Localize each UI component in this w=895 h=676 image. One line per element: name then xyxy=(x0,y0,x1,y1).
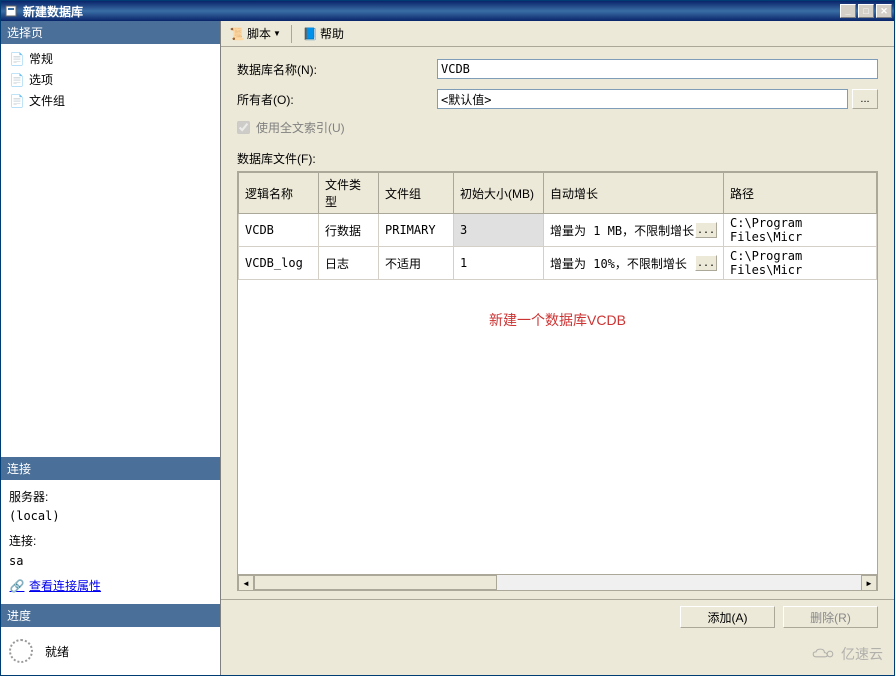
select-page-header: 选择页 xyxy=(1,21,220,44)
delete-button[interactable]: 删除(R) xyxy=(783,606,878,628)
cell-path[interactable]: C:\Program Files\Micr xyxy=(724,214,877,247)
fulltext-label: 使用全文索引(U) xyxy=(256,119,345,136)
sidebar: 选择页 📄 常规 📄 选项 📄 文件组 连 xyxy=(1,21,221,675)
files-label: 数据库文件(F): xyxy=(237,150,878,167)
add-button[interactable]: 添加(A) xyxy=(680,606,775,628)
col-file-group[interactable]: 文件组 xyxy=(379,173,454,214)
view-connection-props-link[interactable]: 🔗 查看连接属性 xyxy=(9,577,212,596)
form-area: 数据库名称(N): 所有者(O): ... 使用全文索引(U) 数据库文件(F)… xyxy=(221,47,894,599)
help-button[interactable]: 📘 帮助 xyxy=(298,23,348,44)
progress-header: 进度 xyxy=(1,604,220,627)
server-label: 服务器: xyxy=(9,488,212,507)
files-table-container: 逻辑名称 文件类型 文件组 初始大小(MB) 自动增长 路径 xyxy=(237,171,878,591)
table-row[interactable]: VCDB 行数据 PRIMARY 3 增量为 1 MB，不限制增长 ... xyxy=(239,214,877,247)
chevron-down-icon: ▼ xyxy=(273,29,281,38)
table-row[interactable]: VCDB_log 日志 不适用 1 增量为 10%，不限制增长 ... xyxy=(239,247,877,280)
cell-name[interactable]: VCDB xyxy=(239,214,319,247)
connection-icon: 🔗 xyxy=(9,578,25,594)
tree-item-filegroups[interactable]: 📄 文件组 xyxy=(5,90,216,111)
db-name-input[interactable] xyxy=(437,59,878,79)
toolbar: 📜 脚本 ▼ 📘 帮助 xyxy=(221,21,894,47)
connection-header: 连接 xyxy=(1,457,220,480)
tree-item-general[interactable]: 📄 常规 xyxy=(5,48,216,69)
server-value: (local) xyxy=(9,507,212,526)
page-tree: 📄 常规 📄 选项 📄 文件组 xyxy=(1,44,220,457)
annotation-text: 新建一个数据库VCDB xyxy=(238,280,877,360)
cell-path[interactable]: C:\Program Files\Micr xyxy=(724,247,877,280)
cell-group[interactable]: 不适用 xyxy=(379,247,454,280)
script-icon: 📜 xyxy=(229,26,245,42)
cell-growth[interactable]: 增量为 10%，不限制增长 ... xyxy=(544,247,724,280)
scroll-thumb[interactable] xyxy=(254,575,497,590)
owner-browse-button[interactable]: ... xyxy=(852,89,878,109)
horizontal-scrollbar[interactable]: ◄ ► xyxy=(238,574,877,590)
col-logical-name[interactable]: 逻辑名称 xyxy=(239,173,319,214)
cell-name[interactable]: VCDB_log xyxy=(239,247,319,280)
conn-label: 连接: xyxy=(9,532,212,551)
cloud-icon xyxy=(809,646,837,662)
progress-panel: 就绪 xyxy=(1,627,220,675)
cell-size[interactable]: 3 xyxy=(454,214,544,247)
tree-label: 常规 xyxy=(29,50,53,67)
col-auto-growth[interactable]: 自动增长 xyxy=(544,173,724,214)
scroll-left-button[interactable]: ◄ xyxy=(238,575,254,591)
scroll-track[interactable] xyxy=(254,575,861,590)
owner-input[interactable] xyxy=(437,89,848,109)
cell-group[interactable]: PRIMARY xyxy=(379,214,454,247)
titlebar[interactable]: 新建数据库 _ □ ✕ xyxy=(1,1,894,21)
progress-spinner-icon xyxy=(9,639,33,663)
cell-growth[interactable]: 增量为 1 MB，不限制增长 ... xyxy=(544,214,724,247)
db-name-label: 数据库名称(N): xyxy=(237,61,437,78)
app-icon xyxy=(3,3,19,19)
col-file-type[interactable]: 文件类型 xyxy=(319,173,379,214)
toolbar-separator xyxy=(291,25,292,43)
col-initial-size[interactable]: 初始大小(MB) xyxy=(454,173,544,214)
progress-status: 就绪 xyxy=(45,643,69,660)
cell-type[interactable]: 行数据 xyxy=(319,214,379,247)
dialog-window: 新建数据库 _ □ ✕ 选择页 📄 常规 📄 选项 xyxy=(0,0,895,676)
page-icon: 📄 xyxy=(9,51,25,67)
minimize-button[interactable]: _ xyxy=(840,4,856,18)
page-icon: 📄 xyxy=(9,72,25,88)
maximize-button[interactable]: □ xyxy=(858,4,874,18)
fulltext-checkbox xyxy=(237,121,250,134)
connection-panel: 服务器: (local) 连接: sa 🔗 查看连接属性 xyxy=(1,480,220,604)
script-button[interactable]: 📜 脚本 ▼ xyxy=(225,23,285,44)
watermark: 亿速云 xyxy=(809,644,883,664)
content-area: 📜 脚本 ▼ 📘 帮助 数据库名称(N): 所有者(O): xyxy=(221,21,894,675)
scroll-right-button[interactable]: ► xyxy=(861,575,877,591)
cell-size[interactable]: 1 xyxy=(454,247,544,280)
conn-value: sa xyxy=(9,552,212,571)
tree-label: 文件组 xyxy=(29,92,65,109)
window-title: 新建数据库 xyxy=(23,3,840,20)
files-table[interactable]: 逻辑名称 文件类型 文件组 初始大小(MB) 自动增长 路径 xyxy=(238,172,877,280)
close-button[interactable]: ✕ xyxy=(876,4,892,18)
page-icon: 📄 xyxy=(9,93,25,109)
tree-label: 选项 xyxy=(29,71,53,88)
growth-edit-button[interactable]: ... xyxy=(695,222,717,238)
growth-edit-button[interactable]: ... xyxy=(695,255,717,271)
tree-item-options[interactable]: 📄 选项 xyxy=(5,69,216,90)
col-path[interactable]: 路径 xyxy=(724,173,877,214)
help-icon: 📘 xyxy=(302,26,318,42)
cell-type[interactable]: 日志 xyxy=(319,247,379,280)
button-bar: 添加(A) 删除(R) xyxy=(221,599,894,634)
owner-label: 所有者(O): xyxy=(237,91,437,108)
